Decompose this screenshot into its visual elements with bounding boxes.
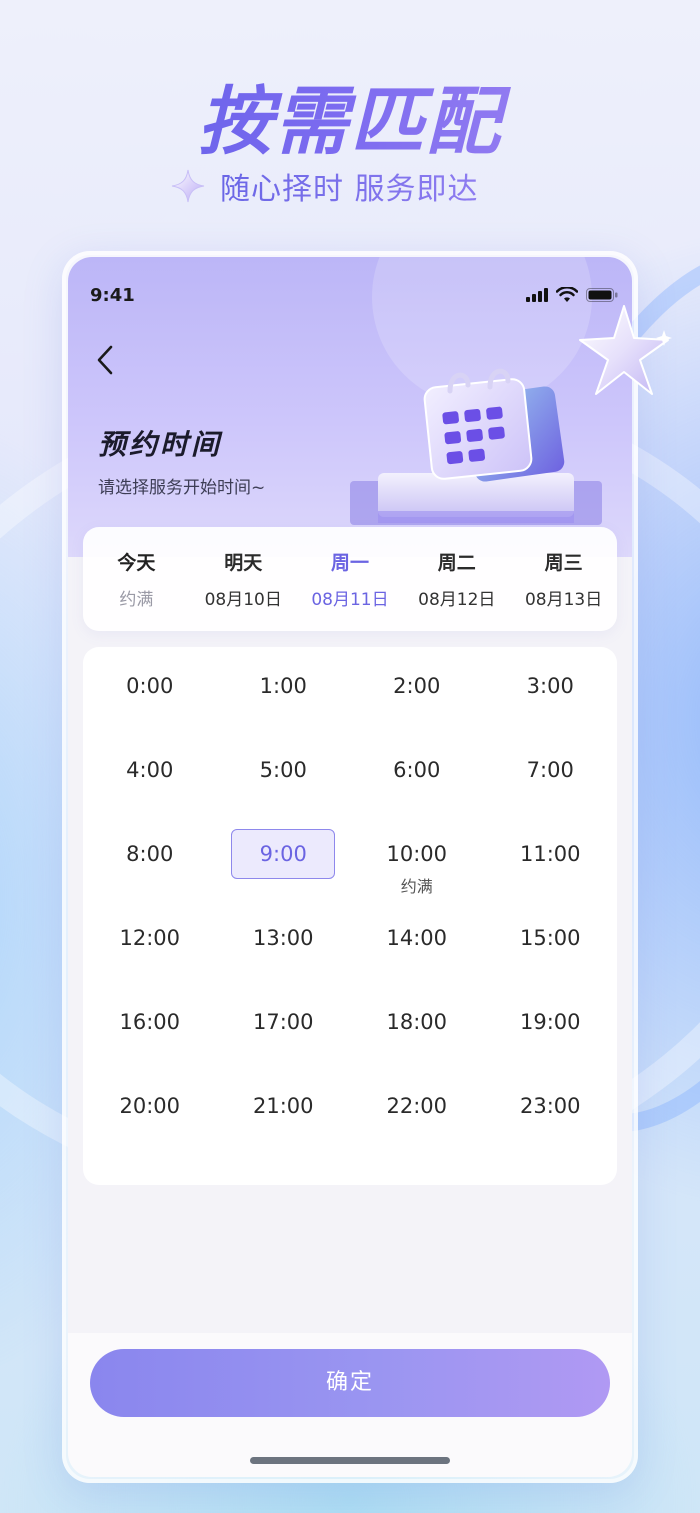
hero-subtitle-row: 随心择时 服务即达 [170, 164, 479, 208]
time-slot-label: 3:00 [526, 674, 574, 698]
time-slot[interactable]: 3:00 [484, 661, 618, 745]
day-date: 08月13日 [524, 590, 603, 610]
time-slot[interactable]: 21:00 [217, 1081, 351, 1165]
back-button[interactable] [88, 343, 122, 377]
time-slot[interactable]: 2:00 [350, 661, 484, 745]
day-name: 周三 [544, 552, 583, 574]
time-slot-label: 17:00 [252, 1010, 314, 1034]
day-date: 约满 [119, 590, 154, 610]
time-slot-label: 19:00 [519, 1010, 581, 1034]
home-indicator [250, 1457, 450, 1464]
star-3d-icon [579, 305, 672, 395]
chevron-left-icon [97, 345, 113, 375]
time-slot-label: 18:00 [386, 1010, 448, 1034]
time-slot-label: 4:00 [126, 758, 174, 782]
time-slot[interactable]: 17:00 [217, 997, 351, 1081]
time-slot[interactable]: 6:00 [350, 745, 484, 829]
hero-subtitle: 随心择时 服务即达 [220, 164, 479, 208]
time-slot-label: 13:00 [252, 926, 314, 950]
time-slot-label: 10:00 [386, 842, 448, 866]
time-slot-label: 7:00 [526, 758, 574, 782]
day-date: 08月12日 [418, 590, 496, 610]
time-slot[interactable]: 8:00 [83, 829, 217, 913]
time-slot-label: 2:00 [393, 674, 441, 698]
signal-icon [526, 288, 548, 302]
time-slot[interactable]: 5:00 [217, 745, 351, 829]
time-slot-label: 22:00 [386, 1094, 448, 1118]
time-slot-label: 14:00 [386, 926, 448, 950]
sparkle-icon [171, 169, 205, 203]
time-slot-label: 6:00 [393, 758, 441, 782]
time-slot-label: 9:00 [231, 829, 336, 879]
time-slot-label: 11:00 [519, 842, 581, 866]
time-slot-label: 21:00 [252, 1094, 314, 1118]
time-slot-label: 12:00 [119, 926, 181, 950]
time-slot-label: 5:00 [259, 758, 307, 782]
time-slot[interactable]: 18:00 [350, 997, 484, 1081]
bottom-action-bar: 确定 [68, 1333, 632, 1477]
day-tab[interactable]: 今天 约满 [83, 548, 190, 610]
time-slot-status: 约满 [400, 877, 433, 896]
time-slot-panel: 0:00 1:00 2:00 3:00 4:00 5:00 6:00 7:00 8:00 9:00… [83, 647, 617, 1185]
time-slot-label: 0:00 [126, 674, 174, 698]
hero-title: 按需匹配 [0, 62, 700, 169]
time-slot[interactable]: 10:00 约满 [350, 829, 484, 913]
time-slot[interactable]: 14:00 [350, 913, 484, 997]
time-slot-label: 20:00 [119, 1094, 181, 1118]
time-slot[interactable]: 4:00 [83, 745, 217, 829]
time-slot[interactable]: 0:00 [83, 661, 217, 745]
status-bar: 9:41 [68, 257, 632, 337]
hero-banner: 按需匹配 随心择时 服务即达 [0, 0, 700, 250]
time-slot[interactable]: 22:00 [350, 1081, 484, 1165]
time-slot[interactable]: 11:00 [484, 829, 618, 913]
time-slot[interactable]: 1:00 [217, 661, 351, 745]
time-slot[interactable]: 23:00 [484, 1081, 618, 1165]
day-name: 周二 [437, 552, 476, 574]
time-slot[interactable]: 15:00 [484, 913, 618, 997]
time-slot-grid: 0:00 1:00 2:00 3:00 4:00 5:00 6:00 7:00 8:00 9:00… [83, 661, 617, 1165]
time-slot[interactable]: 9:00 [217, 829, 351, 913]
page-title: 预约时间 [98, 428, 223, 461]
day-name: 明天 [224, 552, 263, 574]
day-date: 08月11日 [311, 590, 389, 610]
calendar-illustration [350, 368, 602, 525]
time-slot-label: 15:00 [519, 926, 581, 950]
page-subtitle: 请选择服务开始时间~ [98, 478, 266, 498]
time-slot[interactable]: 13:00 [217, 913, 351, 997]
time-slot[interactable]: 12:00 [83, 913, 217, 997]
day-tab[interactable]: 周一 08月11日 [297, 548, 404, 610]
time-slot[interactable]: 19:00 [484, 997, 618, 1081]
day-tab[interactable]: 周二 08月12日 [403, 548, 510, 610]
status-time: 9:41 [90, 285, 135, 306]
time-slot-label: 8:00 [126, 842, 174, 866]
day-tab[interactable]: 明天 08月10日 [190, 548, 297, 610]
confirm-button[interactable]: 确定 [90, 1349, 610, 1417]
day-name: 周一 [330, 552, 369, 574]
day-name: 今天 [117, 552, 156, 574]
date-selector: 今天约满 明天 08月10日 周一 08月11日 周二 08月12日 周三 08月13日 [83, 527, 617, 631]
day-tab[interactable]: 周三 08月13日 [510, 548, 617, 610]
time-slot-label: 1:00 [259, 674, 307, 698]
time-slot-label: 23:00 [519, 1094, 581, 1118]
time-slot-label: 16:00 [119, 1010, 181, 1034]
day-date: 08月10日 [204, 590, 282, 610]
phone-frame: 9:41 预约时间 请选择服务开始时间~ 今天 约满 明天 08月10日 周一 … [62, 251, 638, 1483]
time-slot[interactable]: 16:00 [83, 997, 217, 1081]
page-header: 9:41 预约时间 请选择服务开始时间~ [68, 257, 632, 557]
time-slot[interactable]: 7:00 [484, 745, 618, 829]
time-slot[interactable]: 20:00 [83, 1081, 217, 1165]
app-screen: 9:41 预约时间 请选择服务开始时间~ 今天 约满 明天 08月10日 周一 … [68, 257, 632, 1477]
